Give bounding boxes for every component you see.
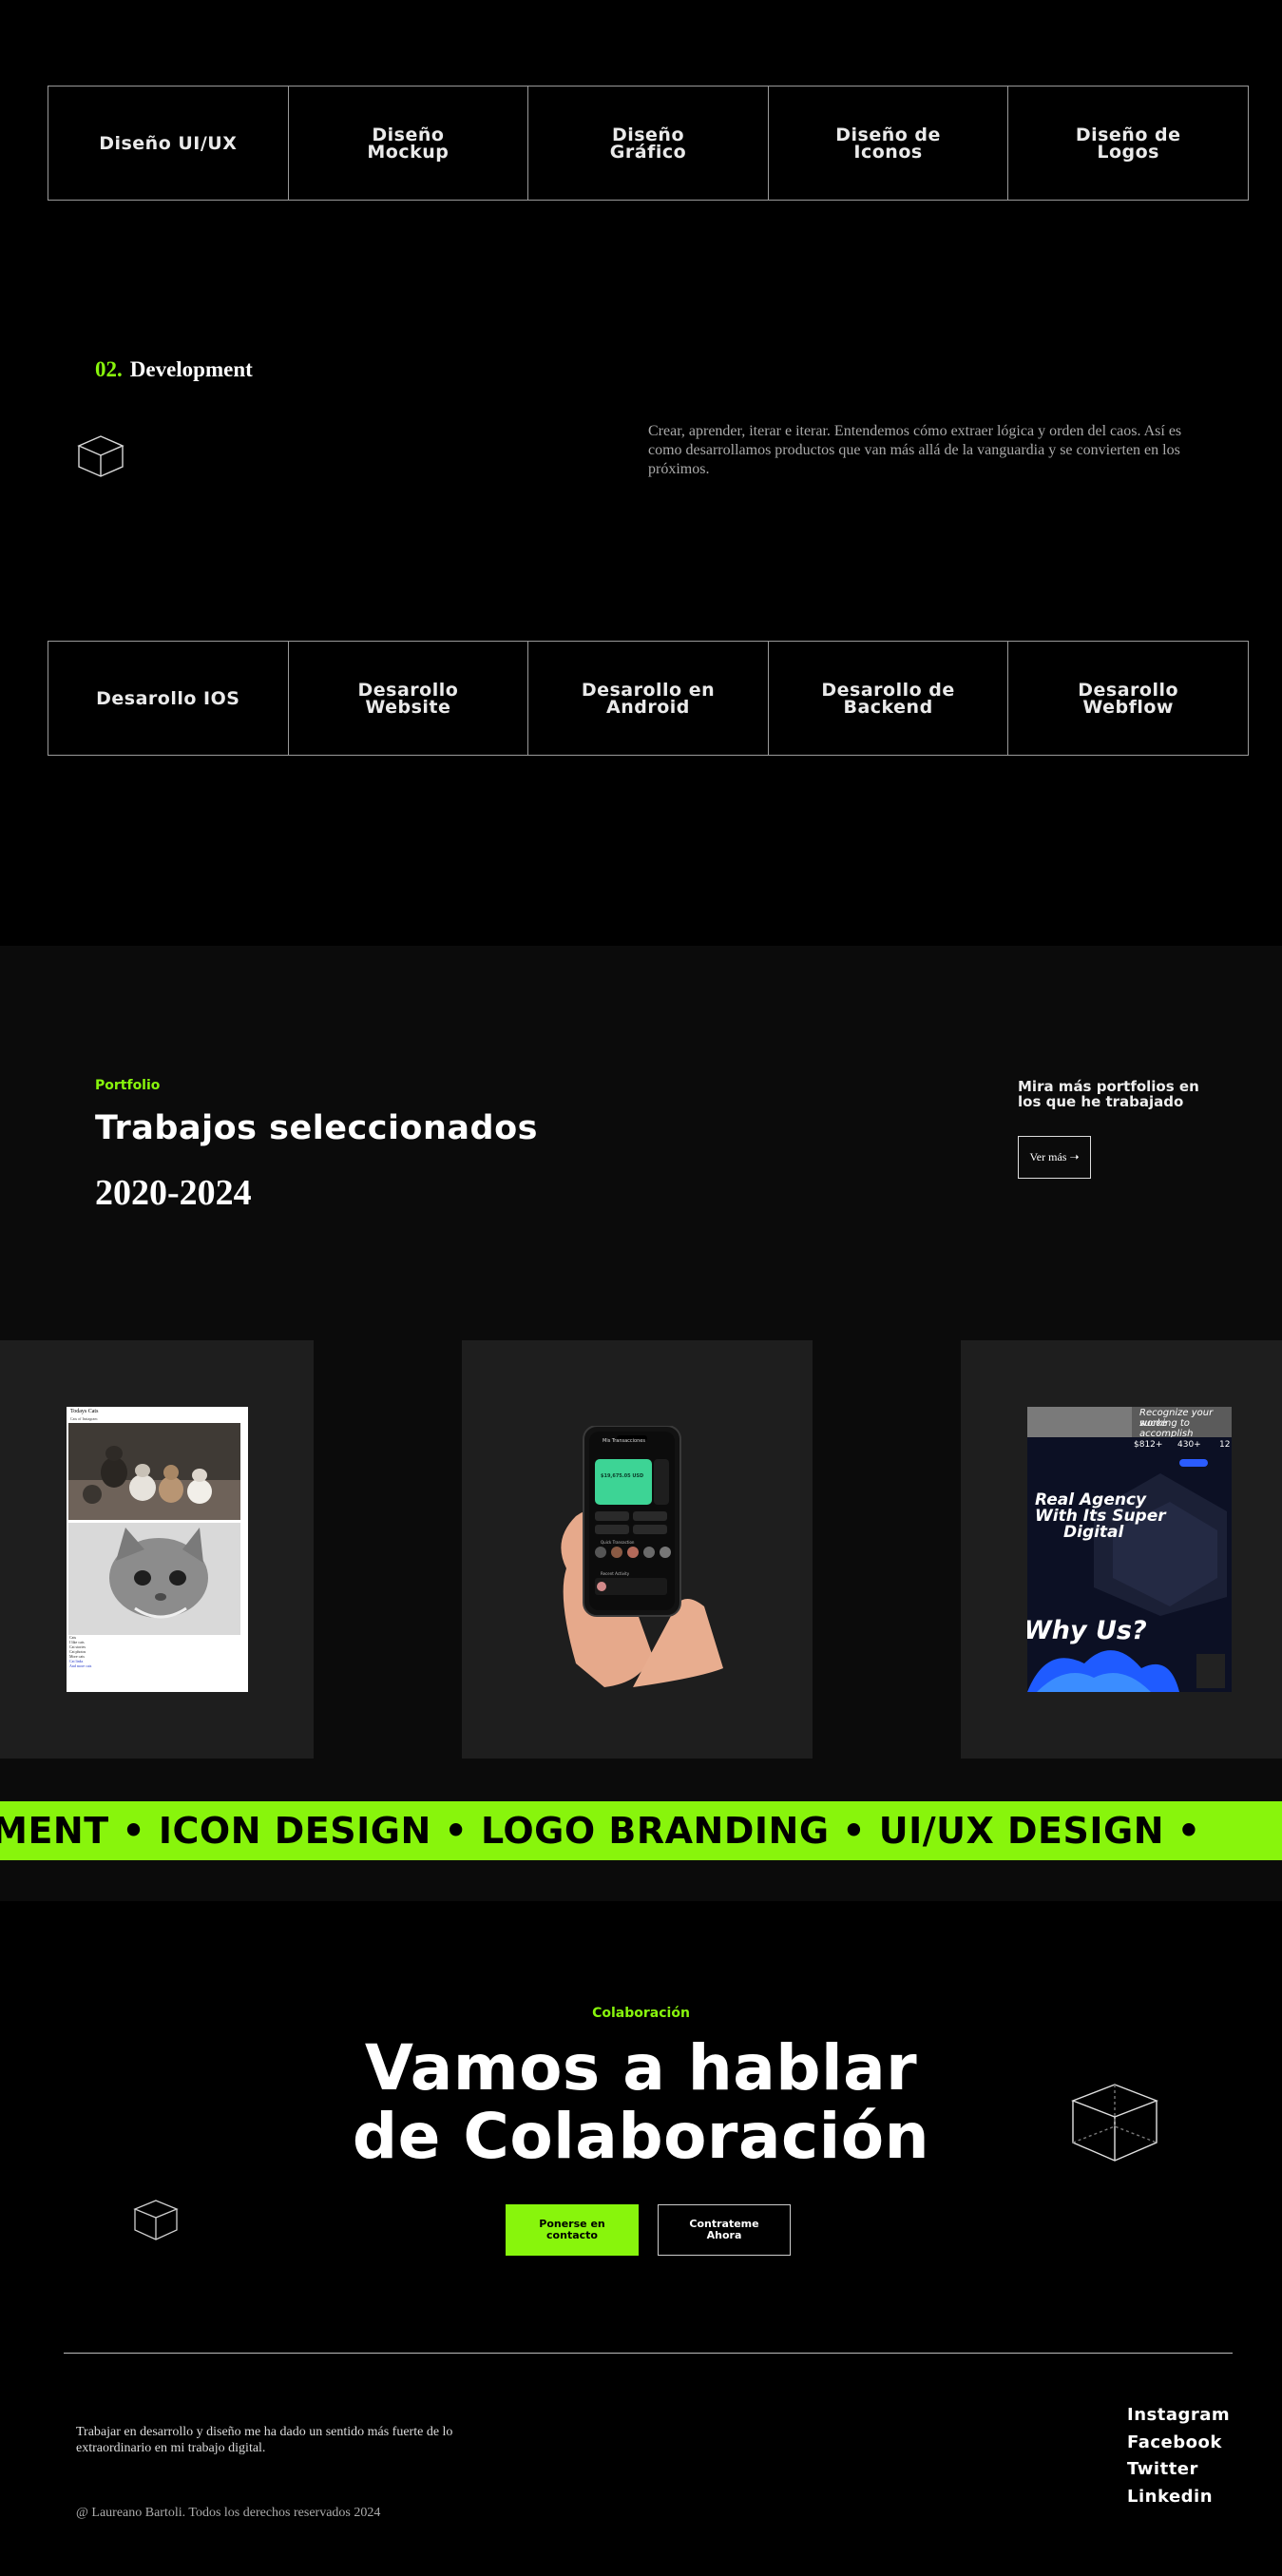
portfolio-years: 2020-2024 — [95, 1173, 252, 1213]
footer-social-links: Instagram Facebook Twitter Linkedin — [1127, 2402, 1230, 2510]
ticker-text: OPMENT • ICON DESIGN • LOGO BRANDING • U… — [0, 1810, 1201, 1852]
portfolio-title: Trabajos seleccionados — [95, 1109, 538, 1147]
app-balance: $19,675.05 USD — [601, 1473, 644, 1479]
cube-icon — [1071, 2084, 1158, 2162]
footer-divider — [64, 2353, 1233, 2354]
collaboration-eyebrow: Colaboración — [592, 2006, 690, 2021]
agency-headline-line: Digital — [1063, 1523, 1124, 1542]
social-linkedin-link[interactable]: Linkedin — [1127, 2484, 1230, 2511]
cats-photo-color — [68, 1423, 240, 1520]
app-quick-transaction: Quick Transaction — [601, 1540, 635, 1545]
service-website[interactable]: Desarollo Website — [289, 642, 529, 755]
cats-page-subheading: Cats of Instagram — [70, 1416, 98, 1421]
service-logos[interactable]: Diseño de Logos — [1008, 87, 1248, 200]
social-twitter-link[interactable]: Twitter — [1127, 2456, 1230, 2484]
service-grafico[interactable]: Diseño Gráfico — [528, 87, 769, 200]
service-backend[interactable]: Desarollo de Backend — [769, 642, 1009, 755]
agency-blue-shapes — [1027, 1650, 1225, 1692]
design-services-grid: Diseño UI/UX Diseño Mockup Diseño Gráfic… — [48, 86, 1249, 201]
agency-site-preview: Recognize your succe working to accompli… — [1027, 1407, 1232, 1692]
service-mockup[interactable]: Diseño Mockup — [289, 87, 529, 200]
social-facebook-link[interactable]: Facebook — [1127, 2430, 1230, 2457]
development-services-grid: Desarollo IOS Desarollo Website Desaroll… — [48, 641, 1249, 756]
social-instagram-link[interactable]: Instagram — [1127, 2402, 1230, 2430]
portfolio-card-agency[interactable]: Recognize your succe working to accompli… — [961, 1340, 1282, 1759]
contact-button[interactable]: Ponerse en contacto — [506, 2204, 639, 2256]
agency-top-line2: working to accomplish — [1139, 1418, 1194, 1439]
cube-icon — [77, 435, 124, 477]
footer-copyright: @ Laureano Bartoli. Todos los derechos r… — [76, 2506, 381, 2520]
cats-photo-bw — [68, 1523, 240, 1635]
portfolio-card-cats[interactable]: Todays Cats Cats of Instagram Cats I lik… — [0, 1340, 314, 1759]
service-android[interactable]: Desarollo en Android — [528, 642, 769, 755]
footer-tagline: Trabajar en desarrollo y diseño me ha da… — [76, 2425, 453, 2455]
agency-stat: 12 — [1219, 1440, 1231, 1450]
skills-ticker: OPMENT • ICON DESIGN • LOGO BRANDING • U… — [0, 1801, 1282, 1860]
portfolio-eyebrow: Portfolio — [95, 1078, 161, 1093]
development-title: Development — [129, 357, 253, 381]
cats-page-heading: Todays Cats — [70, 1409, 99, 1414]
portfolio-section: Portfolio Trabajos seleccionados 2020-20… — [0, 946, 1282, 1901]
cats-page-preview: Todays Cats Cats of Instagram Cats I lik… — [67, 1407, 248, 1692]
service-ui-ux[interactable]: Diseño UI/UX — [48, 87, 289, 200]
cats-link[interactable]: And more cats — [69, 1663, 91, 1668]
service-iconos[interactable]: Diseño de Iconos — [769, 87, 1009, 200]
agency-stat: 430+ — [1177, 1440, 1201, 1450]
cats-page-text: Cats I like cats Cat stories Cat photos … — [69, 1635, 91, 1668]
ver-mas-button[interactable]: Ver más ➝ — [1018, 1136, 1091, 1179]
service-webflow[interactable]: Desarollo Webflow — [1008, 642, 1248, 755]
development-heading: 02. Development — [95, 357, 253, 382]
portfolio-card-app[interactable]: Mis Transacciones $19,675.05 USD Quick T… — [462, 1340, 813, 1759]
development-number: 02. — [95, 357, 123, 381]
cube-icon — [133, 2200, 179, 2240]
development-description: Crear, aprender, iterar e iterar. Entend… — [648, 423, 1182, 477]
app-title: Mis Transacciones — [603, 1438, 645, 1444]
service-ios[interactable]: Desarollo IOS — [48, 642, 289, 755]
app-recent-activity: Recent Activity — [601, 1571, 630, 1576]
portfolio-more-text: Mira más portfolios en los que he trabaj… — [1018, 1078, 1199, 1110]
hand-holding-phone — [561, 1426, 723, 1687]
hire-me-button[interactable]: Contrateme Ahora — [658, 2204, 791, 2256]
agency-headline: Real Agency With Its Super Digital — [1035, 1492, 1166, 1541]
agency-stat: $812+ — [1134, 1440, 1163, 1450]
agency-cta-pill[interactable] — [1179, 1459, 1208, 1467]
